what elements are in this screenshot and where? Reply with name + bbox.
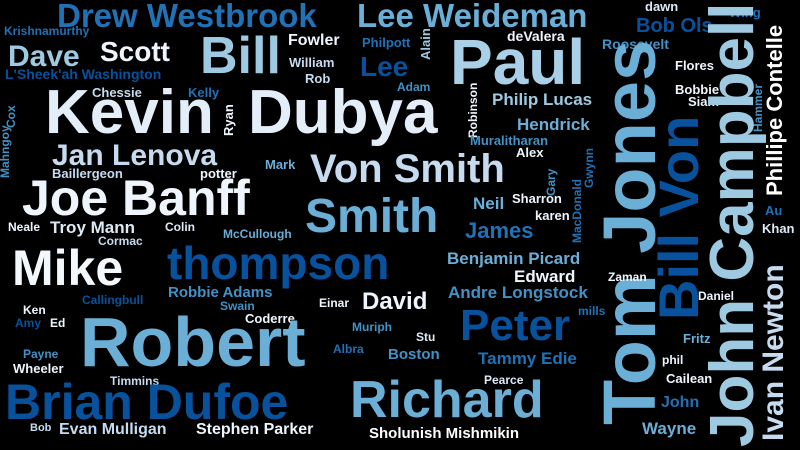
word-philip-lucas: Philip Lucas [492, 90, 593, 110]
word-benjamin-picard: Benjamin Picard [447, 249, 581, 269]
word-mike: Mike [12, 240, 124, 296]
word-sholunish-mishmikin: Sholunish Mishmikin [369, 424, 520, 442]
word-mills: mills [578, 304, 606, 319]
word-alex: Alex [516, 144, 544, 160]
word-david: David [362, 288, 428, 316]
word-hendrick: Hendrick [517, 115, 590, 135]
word-wheeler: Wheeler [13, 360, 64, 376]
word-ryan: Ryan [221, 104, 237, 136]
word-muriph: Muriph [352, 320, 392, 335]
word-ivan-newton: Ivan Newton [756, 264, 790, 441]
word-bill: Bill [200, 26, 281, 85]
word-joe-banff: Joe Banff [22, 170, 250, 226]
word-dubya: Dubya [248, 78, 438, 148]
word-mahngoy: Mahngoy [0, 125, 13, 178]
word-evan-mulligan: Evan Mulligan [59, 421, 167, 439]
word-stephen-parker: Stephen Parker [196, 421, 314, 439]
word-au: Au [765, 202, 783, 218]
word-brian-dufoe: Brian Dufoe [5, 374, 289, 430]
word-karen: karen [535, 207, 570, 223]
word-alain: Alain [418, 28, 434, 60]
word-cloud: Drew Westbrook Lee Weideman dawn Wing Krishn… [0, 0, 800, 450]
word-robbie-adams: Robbie Adams [168, 283, 273, 301]
word-ed: Ed [50, 316, 66, 331]
word-phillipe-contelle: Phillipe Contelle [761, 24, 787, 196]
word-john: John [661, 394, 700, 412]
word-william: William [289, 54, 335, 70]
word-peter: Peter [460, 300, 571, 350]
word-sharron: Sharron [512, 190, 562, 206]
word-philpott: Philpott [362, 34, 411, 50]
word-dawn: dawn [645, 0, 679, 14]
word-daniel: Daniel [698, 289, 735, 304]
word-scott: Scott [100, 35, 170, 67]
word-neil: Neil [473, 194, 505, 214]
word-von-smith: Von Smith [310, 146, 505, 191]
word-bob: Bob [30, 422, 52, 435]
word-payne: Payne [23, 347, 59, 362]
word-tammy-edie: Tammy Edie [478, 349, 577, 369]
word-mark: Mark [265, 156, 296, 172]
word-stu: Stu [416, 330, 436, 345]
word-krishnamurthy: Krishnamurthy [4, 24, 90, 39]
word-boston: Boston [388, 345, 440, 363]
word-amy: Amy [15, 316, 42, 331]
word-lee: Lee [360, 50, 409, 82]
word-ken: Ken [23, 303, 46, 318]
word-james: James [465, 218, 534, 244]
word-albra: Albra [333, 342, 364, 357]
word-richard: Richard [350, 370, 544, 429]
word-khan: Khan [762, 220, 795, 236]
word-thompson: thompson [167, 236, 390, 289]
word-wayne: Wayne [642, 419, 697, 439]
word-cailean: Cailean [666, 370, 713, 386]
word-zaman: Zaman [608, 270, 647, 285]
word-smith: Smith [305, 190, 439, 244]
word-fowler: Fowler [288, 32, 340, 50]
word-macdonald: MacDonald [570, 178, 585, 243]
word-fritz: Fritz [683, 330, 711, 346]
word-einar: Einar [319, 296, 350, 311]
word-colin: Colin [165, 220, 195, 235]
word-andre-longstock: Andre Longstock [448, 283, 588, 303]
word-robert: Robert [80, 302, 306, 381]
word-neale: Neale [8, 220, 41, 235]
word-robinson: Robinson [466, 82, 481, 138]
word-kevin: Kevin [45, 78, 214, 148]
word-phil: phil [662, 353, 684, 368]
